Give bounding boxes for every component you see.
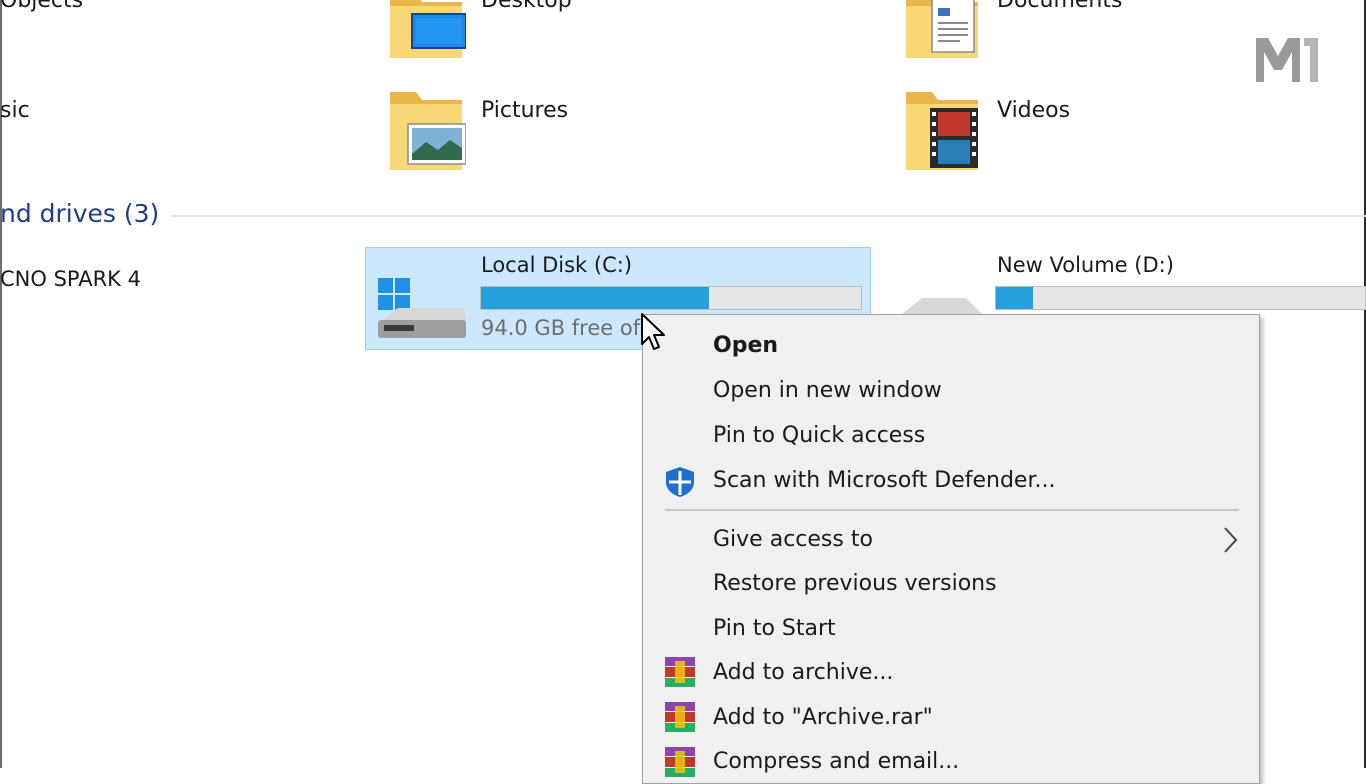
drive-c-free-space: 94.0 GB free of [481, 316, 641, 340]
folder-label-3d-objects[interactable]: Objects [0, 0, 83, 13]
drive-c-usage-bar [480, 286, 862, 310]
drive-d-usage-bar [995, 286, 1366, 310]
menu-item-restore-versions[interactable]: Restore previous versions [713, 569, 997, 599]
menu-item-open[interactable]: Open [713, 331, 778, 361]
pictures-folder-icon[interactable] [386, 88, 466, 174]
folder-label-documents[interactable]: Documents [997, 0, 1122, 13]
drive-d-icon [902, 298, 982, 314]
drive-label-c: Local Disk (C:) [481, 253, 633, 277]
section-divider [172, 215, 1366, 217]
drive-label-d[interactable]: New Volume (D:) [997, 253, 1174, 277]
drive-d-usage-fill [996, 287, 1033, 309]
menu-item-pin-start[interactable]: Pin to Start [713, 614, 836, 644]
watermark-logo [1256, 38, 1318, 82]
folder-label-videos[interactable]: Videos [997, 98, 1070, 123]
mouse-cursor-icon [641, 313, 665, 350]
context-menu: Open Open in new window Pin to Quick acc… [642, 314, 1260, 784]
menu-item-scan-defender[interactable]: Scan with Microsoft Defender... [713, 466, 1055, 496]
documents-folder-icon[interactable] [902, 0, 982, 60]
defender-shield-icon [666, 467, 694, 497]
drive-c-usage-fill [481, 287, 709, 309]
menu-item-add-archive[interactable]: Add to archive... [713, 658, 893, 688]
videos-folder-icon[interactable] [902, 88, 982, 174]
chevron-right-icon [1224, 527, 1238, 553]
folder-label-pictures[interactable]: Pictures [481, 98, 568, 123]
menu-item-pin-quick-access[interactable]: Pin to Quick access [713, 421, 925, 451]
winrar-icon [665, 657, 695, 687]
device-label-phone[interactable]: CNO SPARK 4 [0, 267, 141, 291]
winrar-icon [665, 702, 695, 732]
folder-label-desktop[interactable]: Desktop [481, 0, 572, 13]
desktop-folder-icon[interactable] [386, 0, 466, 60]
menu-item-add-archive-rar[interactable]: Add to "Archive.rar" [713, 703, 933, 733]
folder-label-music[interactable]: sic [0, 98, 30, 123]
menu-separator [665, 509, 1239, 511]
menu-item-open-new-window[interactable]: Open in new window [713, 376, 942, 406]
menu-item-give-access[interactable]: Give access to [713, 525, 873, 555]
system-drive-icon [378, 278, 466, 338]
winrar-icon [665, 747, 695, 777]
devices-section-header[interactable]: nd drives (3) [0, 199, 159, 228]
menu-item-compress-email[interactable]: Compress and email... [713, 747, 959, 777]
